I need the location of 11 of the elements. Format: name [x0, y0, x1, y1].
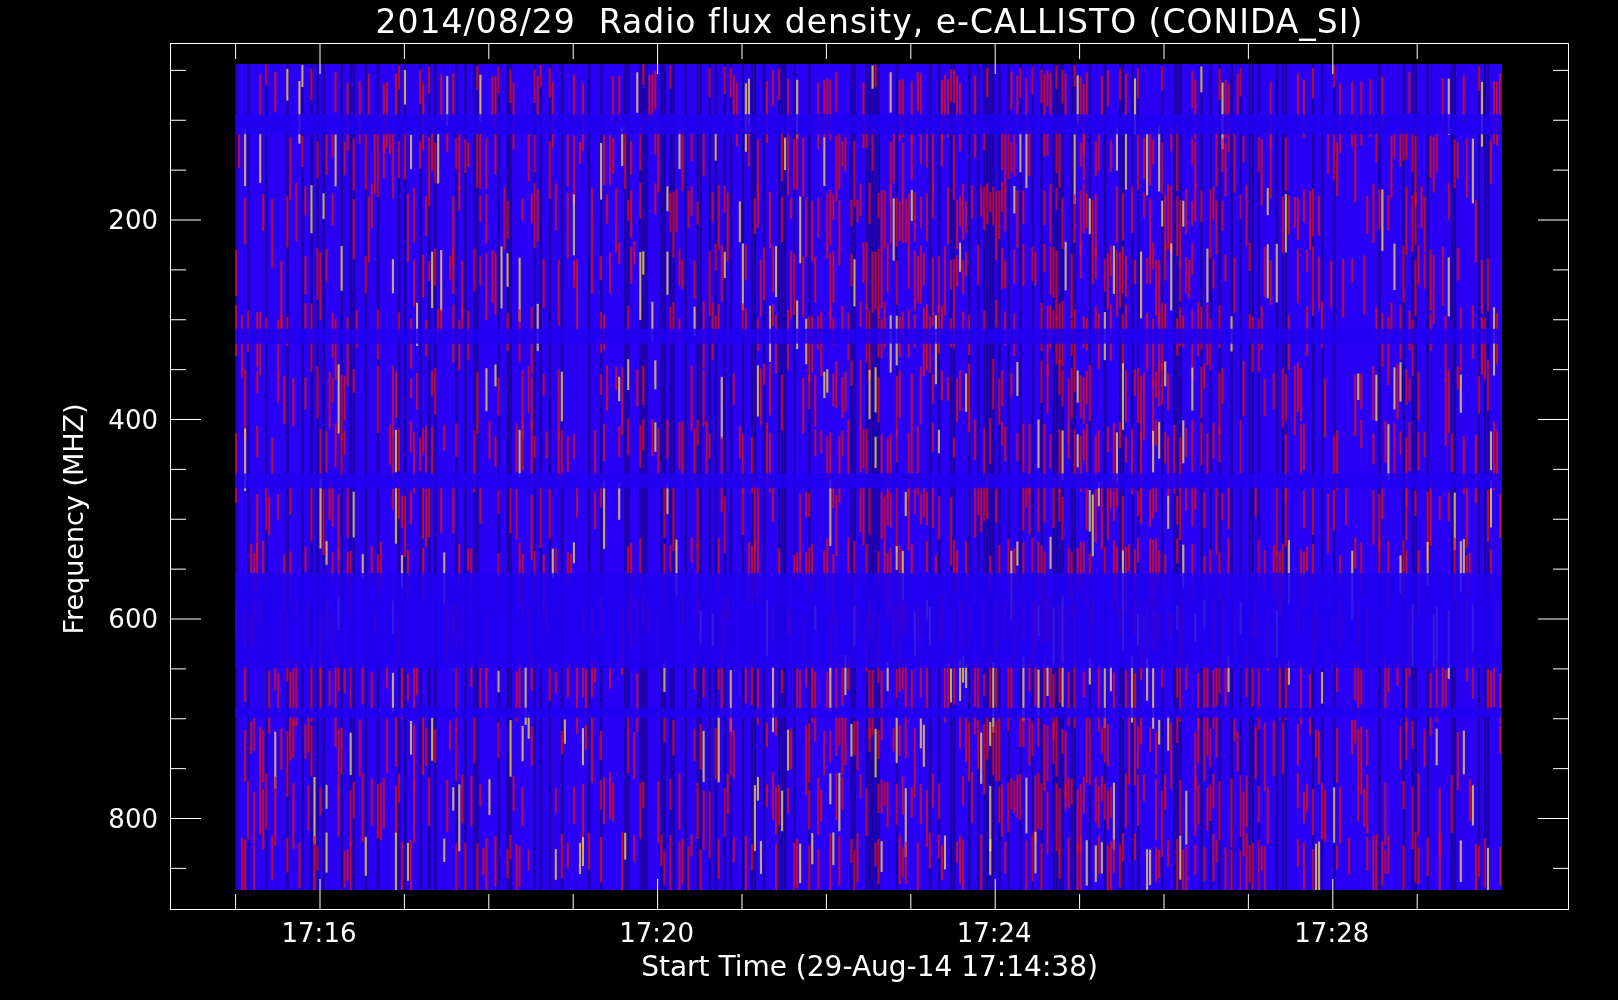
y-axis-label: Frequency (MHZ) — [57, 403, 89, 635]
x-tick-label: 17:24 — [956, 918, 1032, 948]
y-tick-label: 200 — [108, 205, 158, 235]
x-tick-label: 17:20 — [619, 918, 695, 948]
x-tick-label: 17:28 — [1294, 918, 1370, 948]
x-tick-label: 17:16 — [281, 918, 357, 948]
y-tick-label: 600 — [108, 604, 158, 634]
y-tick-label: 800 — [108, 803, 158, 834]
chart-title: 2014/08/29 Radio flux density, e-CALLISTO (CONIDA_SI) — [375, 2, 1364, 41]
x-axis-label: Start Time (29-Aug-14 17:14:38) — [641, 950, 1098, 983]
y-tick-label: 400 — [108, 404, 158, 435]
